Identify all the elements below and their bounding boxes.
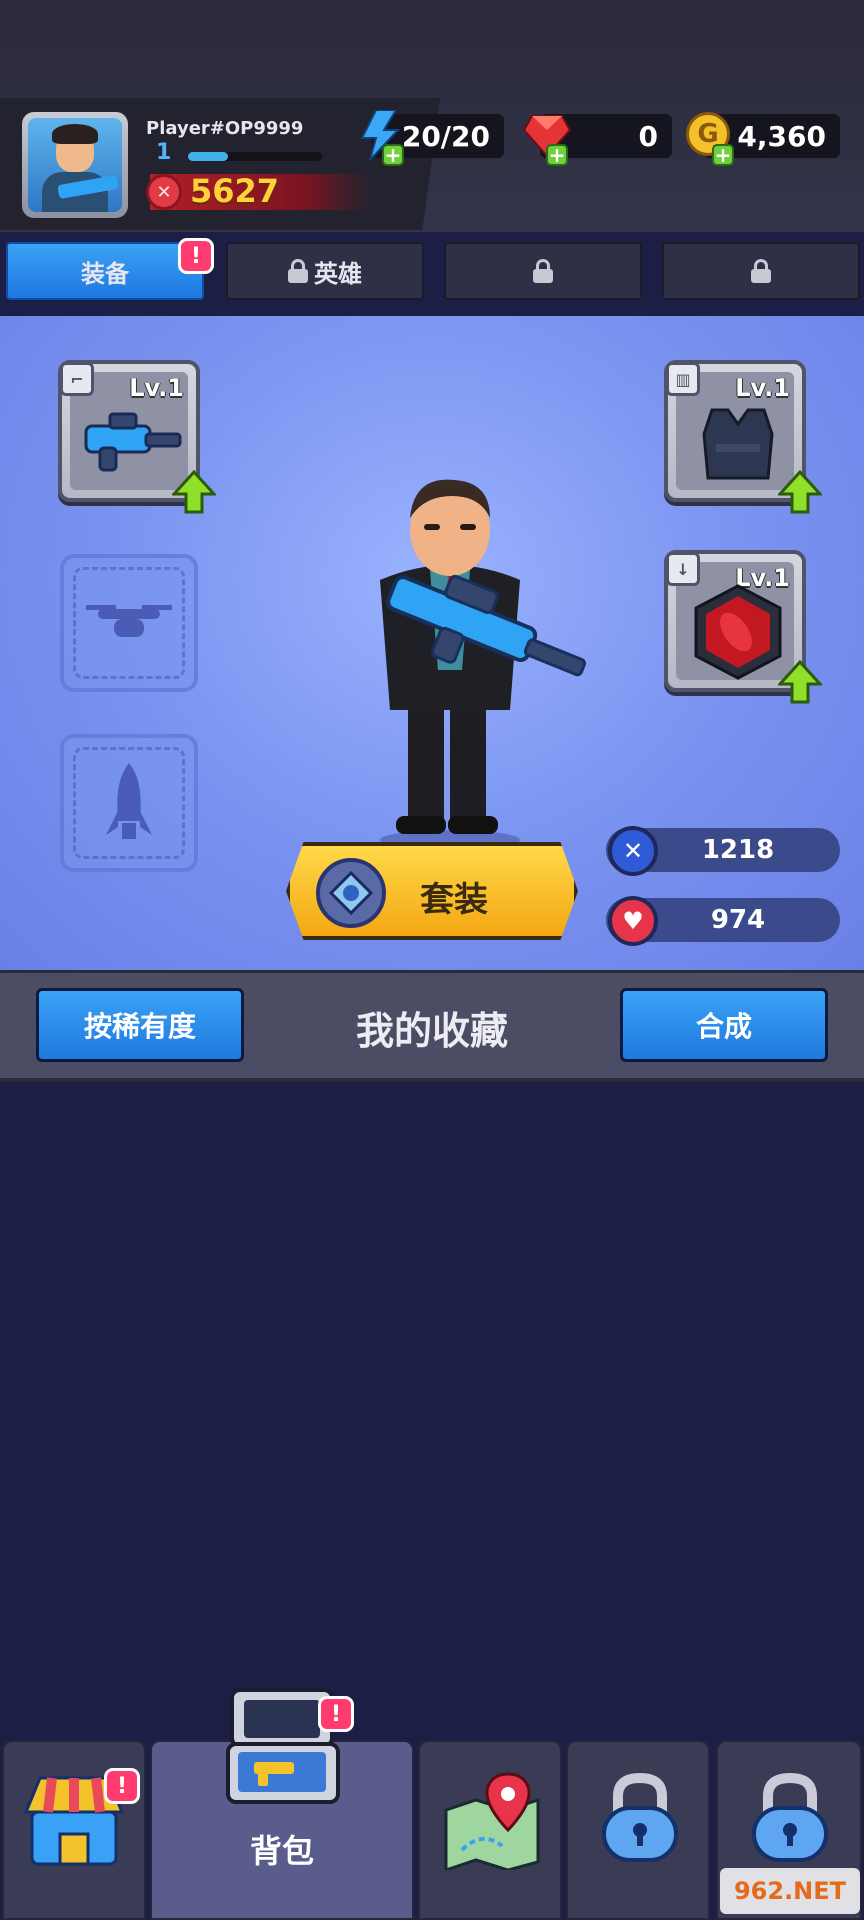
vest-type-icon: ▥ [666, 362, 700, 396]
weapon-slot[interactable]: ⌐ Lv.1 [58, 360, 216, 514]
nav-backpack-label: 背包 [249, 1832, 314, 1870]
player-level: 1 [156, 140, 172, 165]
map-icon [444, 1772, 540, 1870]
pistol-icon: ⌐ [60, 362, 94, 396]
drone-slot[interactable] [60, 554, 198, 692]
nav-shop[interactable]: ! [2, 1740, 146, 1920]
nav-locked-1[interactable] [566, 1740, 710, 1920]
collection-title: 我的收藏 [355, 1009, 508, 1053]
armor-slot[interactable]: ▥ Lv.1 [664, 360, 822, 514]
combat-power: 5627 [190, 172, 280, 210]
tab-heroes-label: 英雄 [314, 259, 362, 288]
weapon-level: Lv.1 [129, 374, 184, 402]
player-name: Player#OP9999 [146, 118, 304, 139]
padlock-icon [602, 1772, 678, 1862]
tab-equipment[interactable]: 装备 [6, 242, 204, 300]
heart-icon: ♥ [608, 896, 658, 946]
player-avatar[interactable] [22, 112, 128, 218]
nav-map[interactable] [418, 1740, 562, 1920]
set-emblem-icon [316, 858, 386, 928]
set-button-label: 套装 [420, 880, 488, 920]
rocket-slot[interactable] [60, 734, 198, 872]
gem-value: 0 [638, 119, 658, 153]
xp-bar-fill [188, 152, 229, 161]
notification-badge: ! [178, 238, 214, 274]
notification-badge: ! [104, 1768, 140, 1804]
drone-icon [86, 605, 172, 637]
tab-equipment-label: 装备 [81, 259, 129, 288]
bomb-slot[interactable]: ↓ Lv.1 [664, 550, 822, 704]
watermark-logo: 962.NET [720, 1868, 860, 1914]
add-gems-button[interactable]: + [546, 144, 568, 166]
padlock-icon [752, 1772, 828, 1862]
armor-vest-icon [702, 408, 774, 480]
sort-by-rarity-button[interactable]: 按稀有度 [36, 988, 244, 1062]
blaster-gun-icon [84, 412, 182, 472]
hero-character[interactable] [340, 470, 600, 850]
upgrade-arrow-icon [172, 470, 216, 514]
crossed-swords-icon: ✕ [146, 174, 182, 210]
notification-badge: ! [318, 1696, 354, 1732]
tab-locked-4[interactable] [662, 242, 860, 300]
energy-value: 20/20 [401, 119, 490, 153]
xp-bar [188, 152, 322, 161]
attack-value: 1218 [701, 835, 775, 865]
add-energy-button[interactable]: + [382, 144, 404, 166]
lock-icon [533, 259, 553, 283]
health-value: 974 [710, 905, 766, 935]
tab-heroes[interactable]: 英雄 [226, 242, 424, 300]
rocket-icon [106, 763, 152, 839]
add-gold-button[interactable]: + [712, 144, 734, 166]
upgrade-arrow-icon [778, 470, 822, 514]
merge-button[interactable]: 合成 [620, 988, 828, 1062]
crossed-swords-icon: ✕ [608, 826, 658, 876]
lock-icon [288, 259, 308, 283]
gold-value: 4,360 [737, 119, 826, 153]
armor-level: Lv.1 [735, 374, 790, 402]
bomb-hexagon-icon [694, 584, 782, 680]
tab-locked-3[interactable] [444, 242, 642, 300]
drop-type-icon: ↓ [666, 552, 700, 586]
upgrade-arrow-icon [778, 660, 822, 704]
lock-icon [751, 259, 771, 283]
